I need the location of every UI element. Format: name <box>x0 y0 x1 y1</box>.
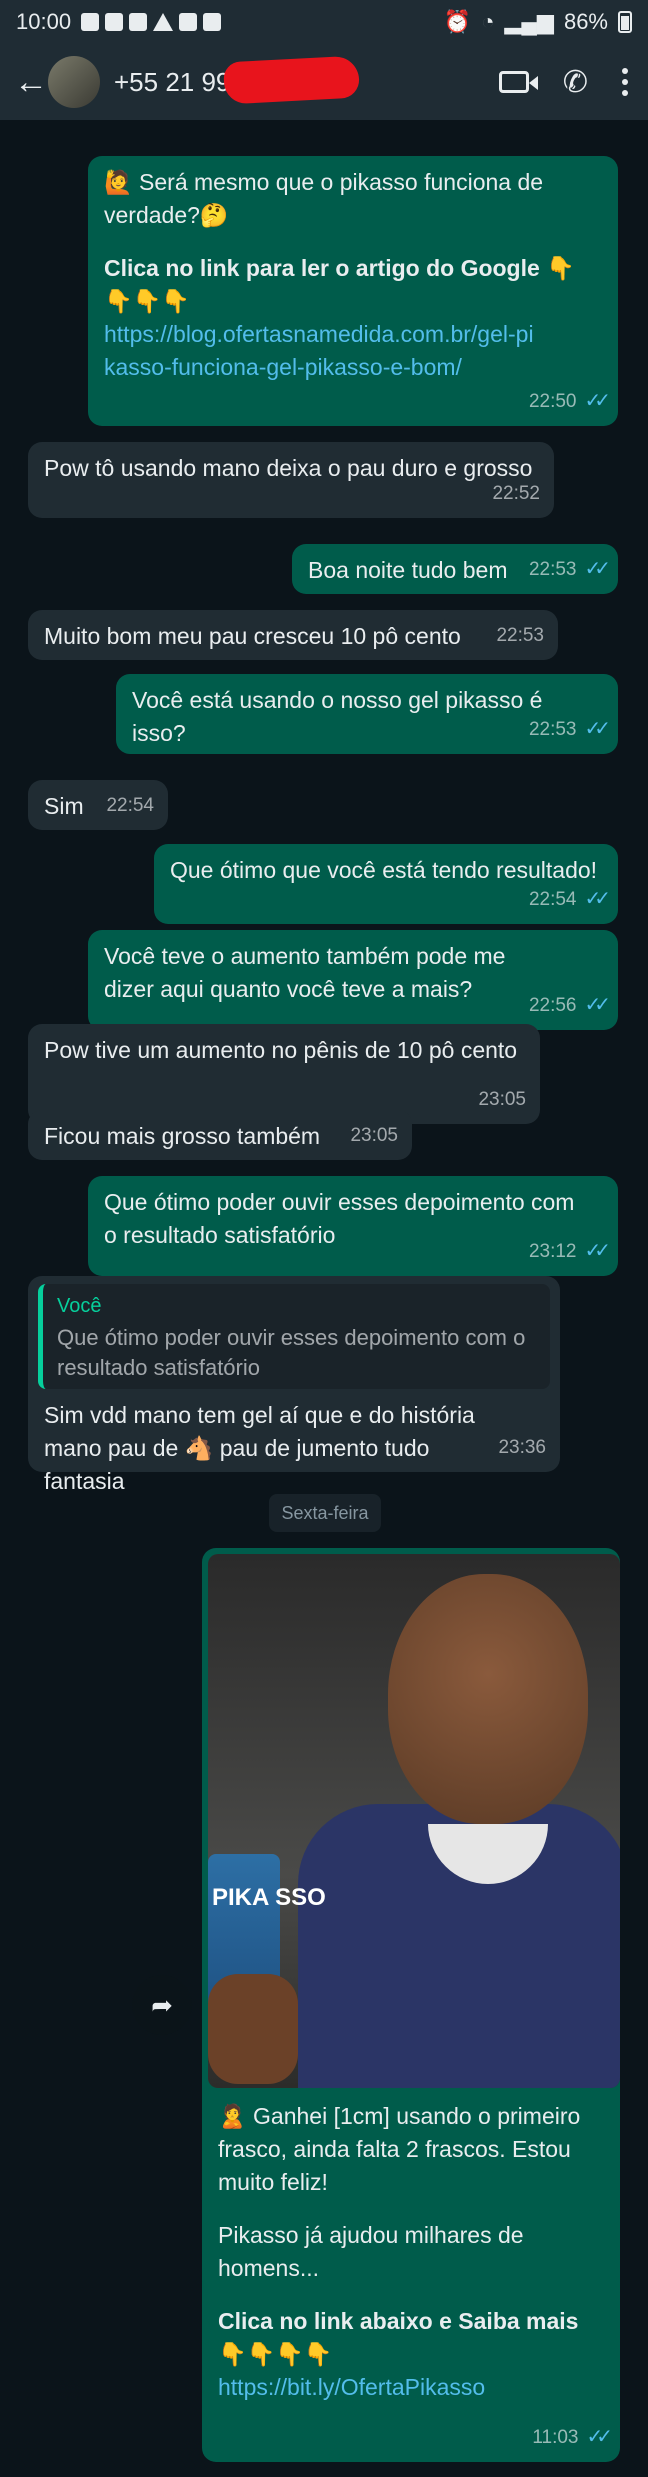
more-options-icon[interactable] <box>622 68 628 96</box>
message-bubble[interactable]: Você teve o aumento também pode me dizer… <box>88 930 618 1030</box>
message-link[interactable]: https://bit.ly/OfertaPikasso <box>218 2371 604 2404</box>
read-receipt-icon: ✓✓ <box>584 718 610 740</box>
read-receipt-icon: ✓✓ <box>584 558 610 580</box>
read-receipt-icon: ✓✓ <box>584 1240 610 1262</box>
chat-area: 🙋 Será mesmo que o pikasso funciona de v… <box>0 120 648 2477</box>
message-text: Clica no link abaixo e Saiba mais 👇👇👇👇 <box>218 2308 579 2367</box>
avatar[interactable] <box>48 56 100 108</box>
redaction-mark <box>222 54 361 105</box>
message-time: 23:12 <box>528 1241 577 1262</box>
message-text: Pikasso já ajudou milhares de homens... <box>218 2222 524 2281</box>
image-icon <box>179 13 198 31</box>
message-bubble[interactable]: Você está usando o nosso gel pikasso é i… <box>116 674 618 754</box>
message-text: Você teve o aumento também pode me dizer… <box>104 943 506 1002</box>
message-time: 22:50 <box>528 391 577 412</box>
message-time: 22:53 <box>528 559 577 580</box>
message-text: Ficou mais grosso também <box>44 1123 321 1149</box>
quoted-message[interactable]: Você Que ótimo poder ouvir esses depoime… <box>38 1284 550 1389</box>
status-time: 10:00 <box>16 9 72 34</box>
message-time: 22:52 <box>492 483 540 504</box>
status-bar: 10:00 ⏰ ◔ ▂▄▆ 86% <box>0 0 648 44</box>
photo-product-label: PIKA SSO <box>212 1884 326 1911</box>
message-text: Pow tive um aumento no pênis de 10 pô ce… <box>44 1037 518 1063</box>
alarm-icon: ⏰ <box>443 9 472 34</box>
chat-header: ← +55 21 99 ✆ <box>0 44 648 120</box>
phone-call-icon[interactable]: ✆ <box>563 65 588 100</box>
message-time: 22:53 <box>496 625 544 646</box>
message-time: 23:05 <box>350 1125 398 1146</box>
message-bubble[interactable]: Que ótimo poder ouvir esses depoimento c… <box>88 1176 618 1276</box>
message-bubble[interactable]: Que ótimo que você está tendo resultado!… <box>154 844 618 924</box>
app-icon <box>129 13 148 31</box>
wifi-icon: ◔ <box>481 9 495 34</box>
message-time: 22:54 <box>106 795 154 816</box>
message-bubble[interactable]: PIKA SSO 🙎 Ganhei [1cm] usando o primeir… <box>202 1548 620 2462</box>
message-bubble[interactable]: 🙋 Será mesmo que o pikasso funciona de v… <box>88 156 618 426</box>
message-bubble[interactable]: Boa noite tudo bem 22:53 ✓✓ <box>292 544 618 594</box>
battery-level: 86% <box>563 9 608 34</box>
contact-name[interactable]: +55 21 99 <box>114 54 361 105</box>
message-time: 23:36 <box>498 1437 546 1458</box>
message-bubble[interactable]: Você Que ótimo poder ouvir esses depoime… <box>28 1276 560 1494</box>
message-time: 22:56 <box>528 995 577 1016</box>
message-time: 22:54 <box>528 889 577 910</box>
message-text: Pow tô usando mano deixa o pau duro e gr… <box>44 455 533 481</box>
message-link[interactable]: https://blog.ofertasnamedida.com.br/gel-… <box>104 318 534 384</box>
read-receipt-icon: ✓✓ <box>584 390 610 412</box>
message-bubble[interactable]: Muito bom meu pau cresceu 10 pô cento 22… <box>28 610 558 660</box>
warning-icon <box>153 13 174 31</box>
message-text: Sim vdd mano tem gel aí que e do históri… <box>44 1402 475 1494</box>
video-call-icon[interactable] <box>498 71 538 93</box>
message-bubble[interactable]: Pow tô usando mano deixa o pau duro e gr… <box>28 442 554 518</box>
message-time: 22:53 <box>528 719 577 740</box>
battery-icon <box>618 11 632 33</box>
message-text: Que ótimo poder ouvir esses depoimento c… <box>104 1189 575 1248</box>
read-receipt-icon: ✓✓ <box>584 994 610 1016</box>
message-time: 23:05 <box>478 1089 526 1110</box>
notification-icons <box>81 13 222 31</box>
app-icon <box>105 13 124 31</box>
facebook-icon <box>81 13 100 31</box>
message-photo[interactable]: PIKA SSO <box>208 1554 620 2088</box>
youtube-icon <box>203 13 222 31</box>
message-bubble[interactable]: Pow tive um aumento no pênis de 10 pô ce… <box>28 1024 540 1124</box>
back-arrow-icon[interactable]: ← <box>14 63 48 102</box>
message-time: 11:03 <box>532 2427 579 2448</box>
quote-text: Que ótimo poder ouvir esses depoimento c… <box>57 1325 526 1380</box>
message-bubble[interactable]: Sim 22:54 <box>28 780 168 830</box>
message-text: Clica no link para ler o artigo do Googl… <box>104 255 575 314</box>
message-bubble[interactable]: Ficou mais grosso também 23:05 <box>28 1110 412 1160</box>
quote-author: Você <box>57 1295 102 1317</box>
message-text: 🙎 Ganhei [1cm] usando o primeiro frasco,… <box>218 2103 581 2195</box>
message-text: Muito bom meu pau cresceu 10 pô cento <box>44 623 461 649</box>
read-receipt-icon: ✓✓ <box>584 888 610 910</box>
signal-icon: ▂▄▆ <box>504 9 554 34</box>
forward-icon[interactable]: ➦ <box>132 1975 192 2035</box>
read-receipt-icon: ✓✓ <box>586 2426 612 2448</box>
day-separator: Sexta-feira <box>269 1494 381 1532</box>
message-text: 🙋 Será mesmo que o pikasso funciona de v… <box>104 169 544 228</box>
